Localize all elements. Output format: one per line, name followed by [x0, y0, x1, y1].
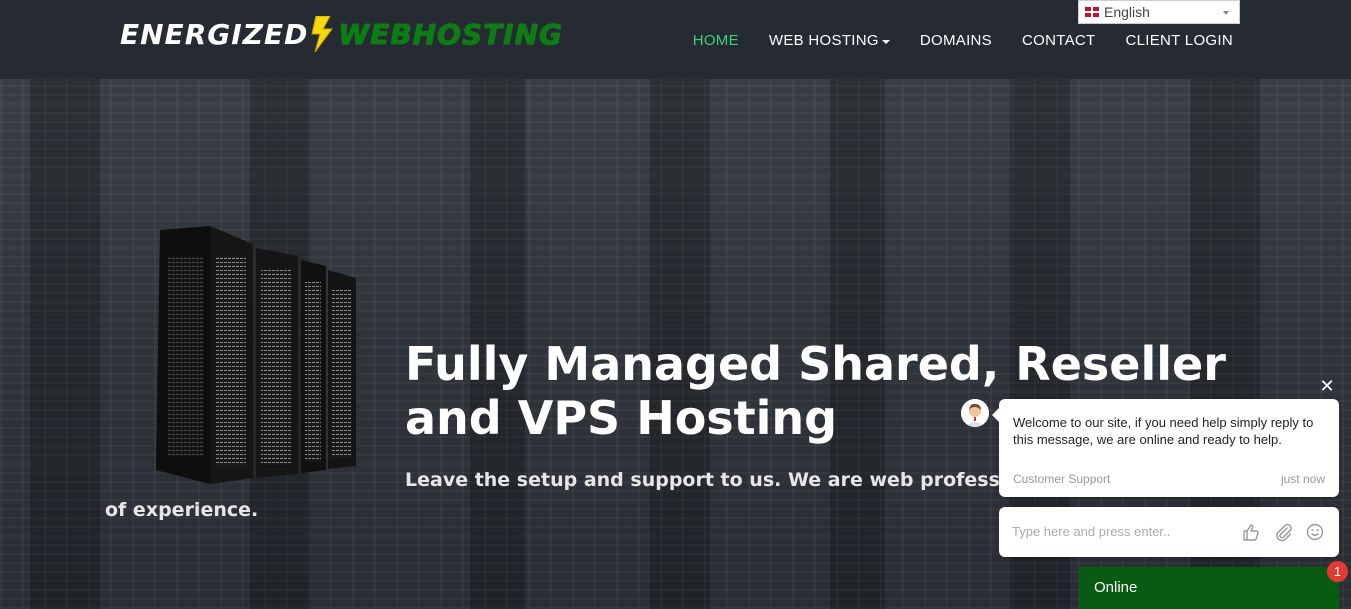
- chat-message-text: Welcome to our site, if you need help si…: [1013, 415, 1314, 447]
- chat-message-time: just now: [1280, 472, 1325, 486]
- agent-avatar: [961, 399, 989, 427]
- uk-flag-icon: [1085, 7, 1099, 17]
- server-rack-image: [156, 226, 356, 484]
- nav-contact[interactable]: CONTACT: [1022, 32, 1095, 49]
- site-logo[interactable]: ENERGIZED WEBHOSTING: [120, 14, 563, 54]
- smiley-icon[interactable]: [1305, 522, 1325, 542]
- nav-client-login[interactable]: CLIENT LOGIN: [1125, 32, 1233, 49]
- logo-text-webhosting: WEBHOSTING: [338, 17, 564, 51]
- chat-input-container: [999, 507, 1339, 557]
- close-icon[interactable]: ✕: [1318, 377, 1336, 395]
- thumbs-up-icon[interactable]: [1241, 522, 1261, 542]
- chat-status-bar[interactable]: Online: [1079, 567, 1339, 609]
- chat-input[interactable]: [1012, 521, 1222, 541]
- logo-text-energized: ENERGIZED: [120, 17, 309, 51]
- caret-down-icon: [881, 39, 890, 44]
- lightning-bolt-icon: [311, 16, 334, 52]
- nav-web-hosting[interactable]: WEB HOSTING: [769, 32, 890, 49]
- paperclip-icon[interactable]: [1273, 522, 1293, 542]
- hero-subtext-continued: of experience.: [105, 499, 259, 521]
- person-icon: [961, 399, 989, 427]
- chat-message-bubble: Welcome to our site, if you need help si…: [992, 399, 1339, 497]
- nav-home[interactable]: HOME: [693, 32, 739, 49]
- chat-sender-name: Customer Support: [1013, 472, 1111, 486]
- unread-badge: 1: [1327, 561, 1348, 582]
- hero-subtext: Leave the setup and support to us. We ar…: [405, 469, 1007, 491]
- language-selected: English: [1104, 4, 1150, 20]
- site-header: ENERGIZED WEBHOSTING English HOME WEB HO…: [0, 0, 1351, 79]
- language-selector[interactable]: English: [1078, 0, 1240, 24]
- chevron-down-icon: [1223, 11, 1229, 15]
- main-nav: HOME WEB HOSTING DOMAINS CONTACT CLIENT …: [693, 32, 1233, 49]
- nav-domains[interactable]: DOMAINS: [920, 32, 992, 49]
